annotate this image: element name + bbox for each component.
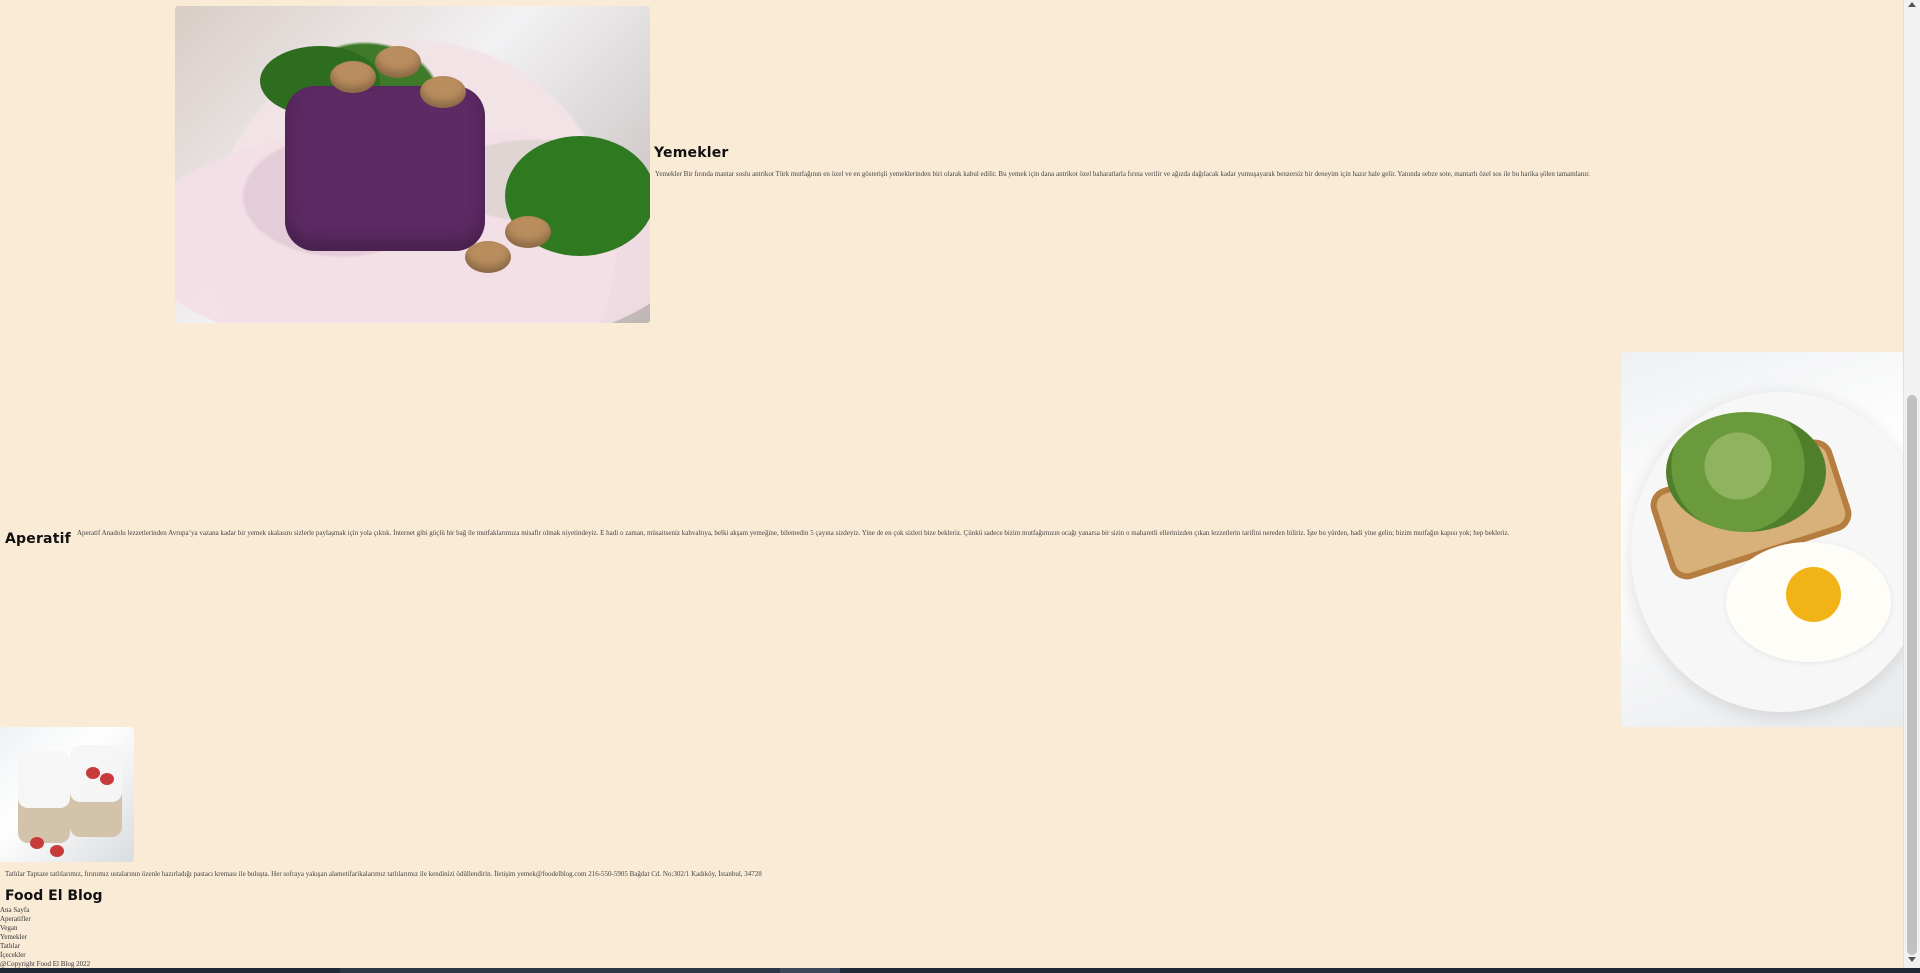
footer-link-yemekler[interactable]: Yemekler	[0, 933, 31, 942]
footer-link-ana-sayfa[interactable]: Ana Sayfa	[0, 906, 31, 915]
footer-nav: Ana Sayfa Aperatifler Vegan Yemekler Tat…	[0, 906, 31, 960]
avocado-toast-photo	[1621, 352, 1903, 727]
chevron-up-icon[interactable]	[1908, 2, 1916, 7]
page: Yemekler Yemekler Bir fırında mantar sos…	[0, 0, 1904, 968]
dessert-jar	[18, 751, 70, 843]
vertical-scrollbar[interactable]	[1903, 0, 1920, 968]
footer-link-vegan[interactable]: Vegan	[0, 924, 31, 933]
strawberry	[86, 767, 100, 779]
taskbar-segment	[780, 968, 840, 973]
dessert-photo	[0, 727, 134, 862]
mushroom	[465, 241, 511, 273]
avocado-rose	[1666, 412, 1826, 532]
footer-link-icecekler[interactable]: İçecekler	[0, 951, 31, 960]
strawberry	[30, 837, 44, 849]
mushroom	[420, 76, 466, 108]
dessert-jar	[70, 745, 122, 837]
footer-link-tatlilar[interactable]: Tatlılar	[0, 942, 31, 951]
footer-brand: Food El Blog	[5, 888, 103, 904]
footer-link-aperatifler[interactable]: Aperatifler	[0, 915, 31, 924]
purple-mash	[285, 86, 485, 251]
scrollbar-thumb[interactable]	[1907, 395, 1917, 955]
chevron-down-icon[interactable]	[1908, 957, 1916, 962]
strawberry	[50, 845, 64, 857]
copyright-text: @Copyright Food El Blog 2022	[0, 960, 91, 968]
egg-yolk	[1786, 567, 1841, 622]
section-description-aperatif: Aperatif Anadolu lezzetlerinden Avrupa’y…	[77, 529, 1510, 537]
mushroom	[375, 46, 421, 78]
taskbar-strip	[0, 968, 1920, 973]
strawberry	[100, 773, 114, 785]
mushroom	[505, 216, 551, 248]
taskbar-segment	[340, 968, 780, 973]
section-title-yemekler: Yemekler	[654, 145, 729, 161]
mushroom	[330, 61, 376, 93]
main-dish-photo	[175, 6, 650, 323]
section-description-yemekler: Yemekler Bir fırında mantar soslu antrik…	[655, 170, 1590, 178]
section-description-tatlilar: Tatlılar Taptaze tatlılarımız, fırınımız…	[5, 870, 762, 878]
section-title-aperatif: Aperatif	[5, 531, 71, 547]
